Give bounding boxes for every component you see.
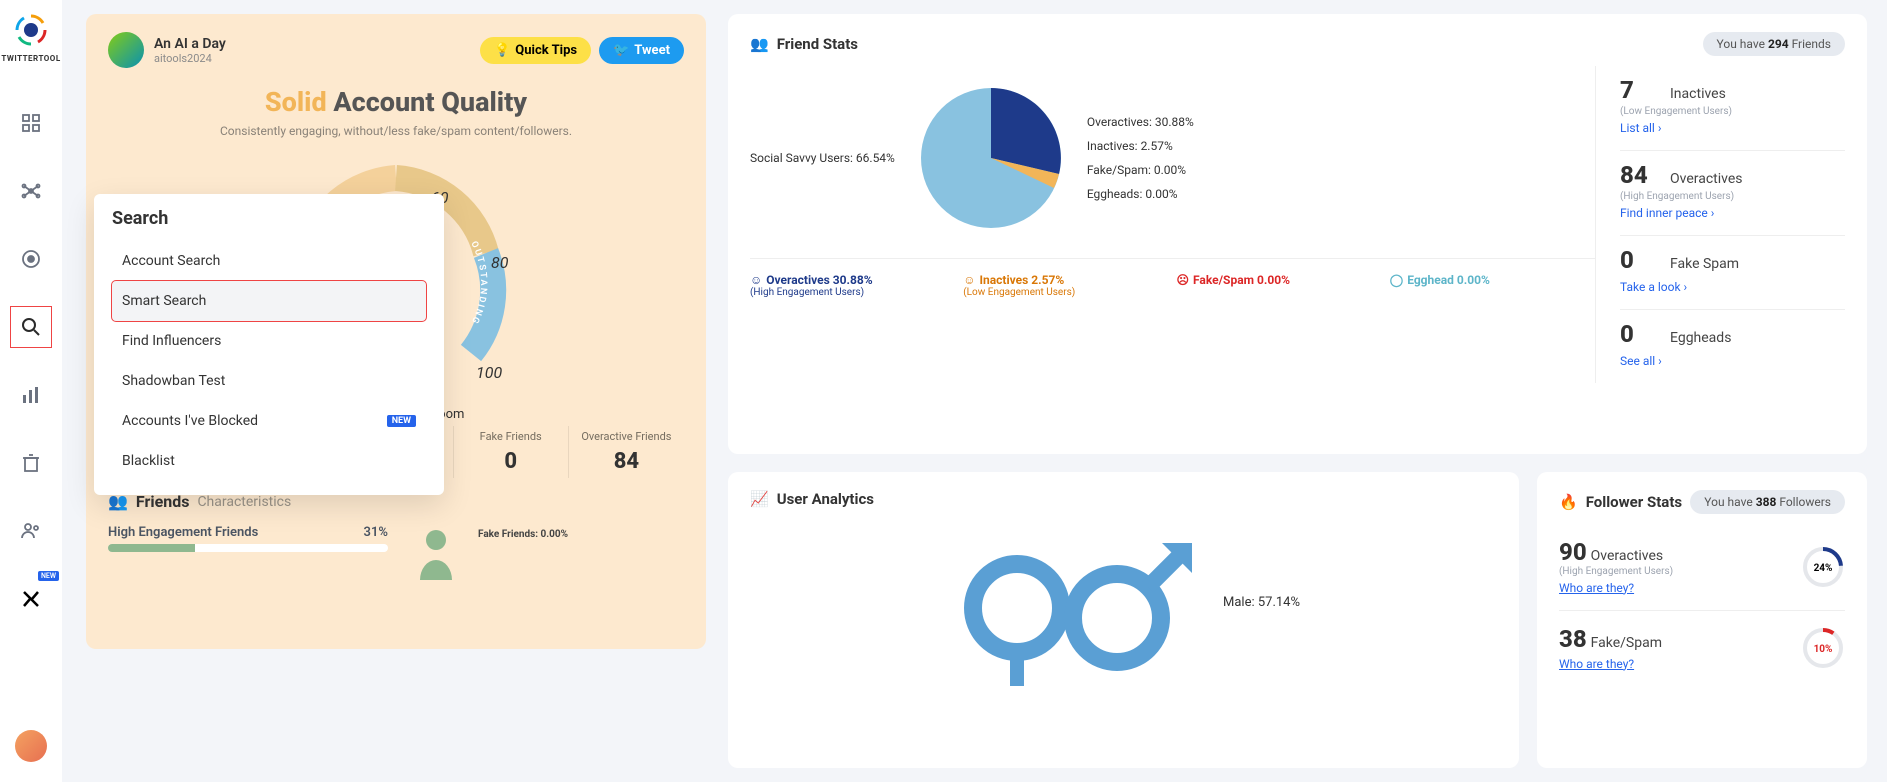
user-analytics-card: 📈 User Analytics Male: 57.14% bbox=[728, 472, 1519, 769]
fake-friends-label: Fake Friends: 0.00% bbox=[478, 529, 568, 540]
stat-overactive: Overactive Friends84 bbox=[569, 426, 684, 478]
tweet-button[interactable]: 🐦 Tweet bbox=[599, 37, 684, 64]
side-stats: 7Inactives(Low Engagement Users)List all… bbox=[1595, 66, 1845, 383]
pie-legend: ☺Overactives 30.88%(High Engagement User… bbox=[750, 258, 1595, 298]
inner-peace-link[interactable]: Find inner peace › bbox=[1620, 206, 1714, 220]
search-icon[interactable] bbox=[11, 307, 51, 347]
people-icon: 👥 bbox=[750, 35, 769, 53]
dashboard-icon[interactable] bbox=[11, 103, 51, 143]
tweet-label: Tweet bbox=[634, 43, 670, 58]
svg-text:100: 100 bbox=[476, 363, 502, 382]
search-item-shadowban[interactable]: Shadowban Test bbox=[112, 361, 426, 401]
who-are-they-link-2[interactable]: Who are they? bbox=[1559, 657, 1634, 671]
friend-stats-title: 👥 Friend Stats bbox=[750, 35, 858, 53]
chart-icon: 📈 bbox=[750, 490, 769, 508]
search-item-blocked[interactable]: Accounts I've BlockedNEW bbox=[112, 401, 426, 441]
analytics-title: 📈 User Analytics bbox=[750, 490, 1497, 508]
trash-icon[interactable] bbox=[11, 443, 51, 483]
search-title: Search bbox=[112, 208, 426, 229]
pie-r2: Fake/Spam: 0.00% bbox=[1087, 163, 1194, 177]
gender-chart bbox=[947, 518, 1207, 688]
person-icon bbox=[408, 525, 488, 585]
face-icon: ☺ bbox=[750, 273, 762, 287]
new-pill: NEW bbox=[387, 415, 416, 427]
face-icon: ☺ bbox=[963, 273, 975, 287]
logo[interactable] bbox=[11, 10, 51, 50]
svg-text:10%: 10% bbox=[1814, 644, 1833, 655]
pie-r3: Eggheads: 0.00% bbox=[1087, 187, 1194, 201]
friend-stats-card: 👥 Friend Stats You have 294 Friends Soci… bbox=[728, 14, 1867, 454]
user-name: An AI a Day bbox=[154, 36, 226, 52]
friends-count-badge: You have 294 Friends bbox=[1703, 32, 1845, 56]
stat-fake: Fake Friends0 bbox=[454, 426, 569, 478]
user-handle: aitools2024 bbox=[154, 52, 226, 65]
svg-text:80: 80 bbox=[491, 253, 509, 272]
people-icon[interactable] bbox=[11, 511, 51, 551]
lightbulb-icon: 💡 bbox=[494, 43, 510, 58]
pie-r1: Inactives: 2.57% bbox=[1087, 139, 1194, 153]
user-avatar-sidebar[interactable] bbox=[15, 730, 47, 762]
search-popover: Search Account Search Smart Search Find … bbox=[94, 194, 444, 495]
bar-fill-0 bbox=[108, 544, 195, 552]
follower-stats-card: 🔥 Follower Stats You have 388 Followers … bbox=[1537, 472, 1867, 769]
twitter-icon: 🐦 bbox=[613, 43, 629, 58]
see-all-link[interactable]: See all › bbox=[1620, 354, 1662, 368]
ring-24: 24% bbox=[1801, 545, 1845, 589]
target-icon[interactable] bbox=[11, 239, 51, 279]
quick-tips-button[interactable]: 💡 Quick Tips bbox=[480, 37, 591, 64]
pie-chart: Social Savvy Users: 66.54% Overactives: … bbox=[750, 66, 1595, 250]
search-item-account[interactable]: Account Search bbox=[112, 241, 426, 281]
bar-pct-0: 31% bbox=[364, 525, 388, 540]
fire-icon: 🔥 bbox=[1559, 493, 1578, 511]
svg-text:24%: 24% bbox=[1814, 563, 1833, 574]
bar-label-0: High Engagement Friends bbox=[108, 525, 258, 540]
who-are-they-link[interactable]: Who are they? bbox=[1559, 581, 1634, 595]
egg-icon: ◯ bbox=[1390, 273, 1403, 287]
pie-label-left: Social Savvy Users: 66.54% bbox=[750, 151, 895, 165]
quality-subtitle: Consistently engaging, without/less fake… bbox=[108, 124, 684, 138]
pie-r0: Overactives: 30.88% bbox=[1087, 115, 1194, 129]
follower-stats-title: Follower Stats bbox=[1586, 493, 1682, 511]
search-item-blacklist[interactable]: Blacklist bbox=[112, 441, 426, 481]
quick-tips-label: Quick Tips bbox=[515, 43, 577, 58]
face-icon: ☹ bbox=[1177, 273, 1190, 287]
avatar[interactable] bbox=[108, 32, 144, 68]
list-all-link[interactable]: List all › bbox=[1620, 121, 1661, 135]
x-icon[interactable]: NEW bbox=[11, 579, 51, 619]
quality-title: Solid Account Quality bbox=[108, 86, 684, 118]
sidebar: TWITTERTOOL NEW bbox=[0, 0, 62, 782]
male-label: Male: 57.14% bbox=[1223, 595, 1300, 610]
search-item-smart[interactable]: Smart Search bbox=[112, 281, 426, 321]
followers-count-badge: You have 388 Followers bbox=[1690, 490, 1845, 514]
brand-text: TWITTERTOOL bbox=[1, 54, 60, 63]
analytics-icon[interactable] bbox=[11, 375, 51, 415]
new-badge: NEW bbox=[38, 571, 59, 581]
ring-10: 10% bbox=[1801, 626, 1845, 670]
search-item-influencers[interactable]: Find Influencers bbox=[112, 321, 426, 361]
friends-characteristics: 👥 Friends Characteristics High Engagemen… bbox=[108, 492, 684, 585]
take-look-link[interactable]: Take a look › bbox=[1620, 280, 1687, 294]
fc-subtitle: Characteristics bbox=[197, 494, 291, 510]
network-icon[interactable] bbox=[11, 171, 51, 211]
